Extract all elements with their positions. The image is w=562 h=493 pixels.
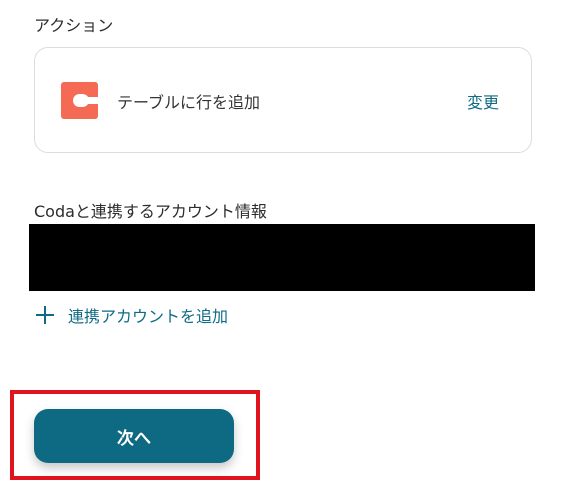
change-action-link[interactable]: 変更: [467, 89, 499, 113]
action-card: テーブルに行を追加 変更: [34, 47, 532, 153]
add-account-label: 連携アカウントを追加: [68, 307, 229, 326]
account-select-field[interactable]: [29, 224, 535, 291]
action-name: テーブルに行を追加: [117, 93, 261, 112]
account-section-label: Codaと連携するアカウント情報: [34, 202, 267, 221]
action-section-label: アクション: [34, 16, 114, 35]
plus-icon: [36, 306, 54, 324]
add-account-button[interactable]: 連携アカウントを追加: [36, 302, 228, 328]
next-button[interactable]: 次へ: [34, 409, 234, 463]
coda-logo-icon: [61, 82, 98, 119]
